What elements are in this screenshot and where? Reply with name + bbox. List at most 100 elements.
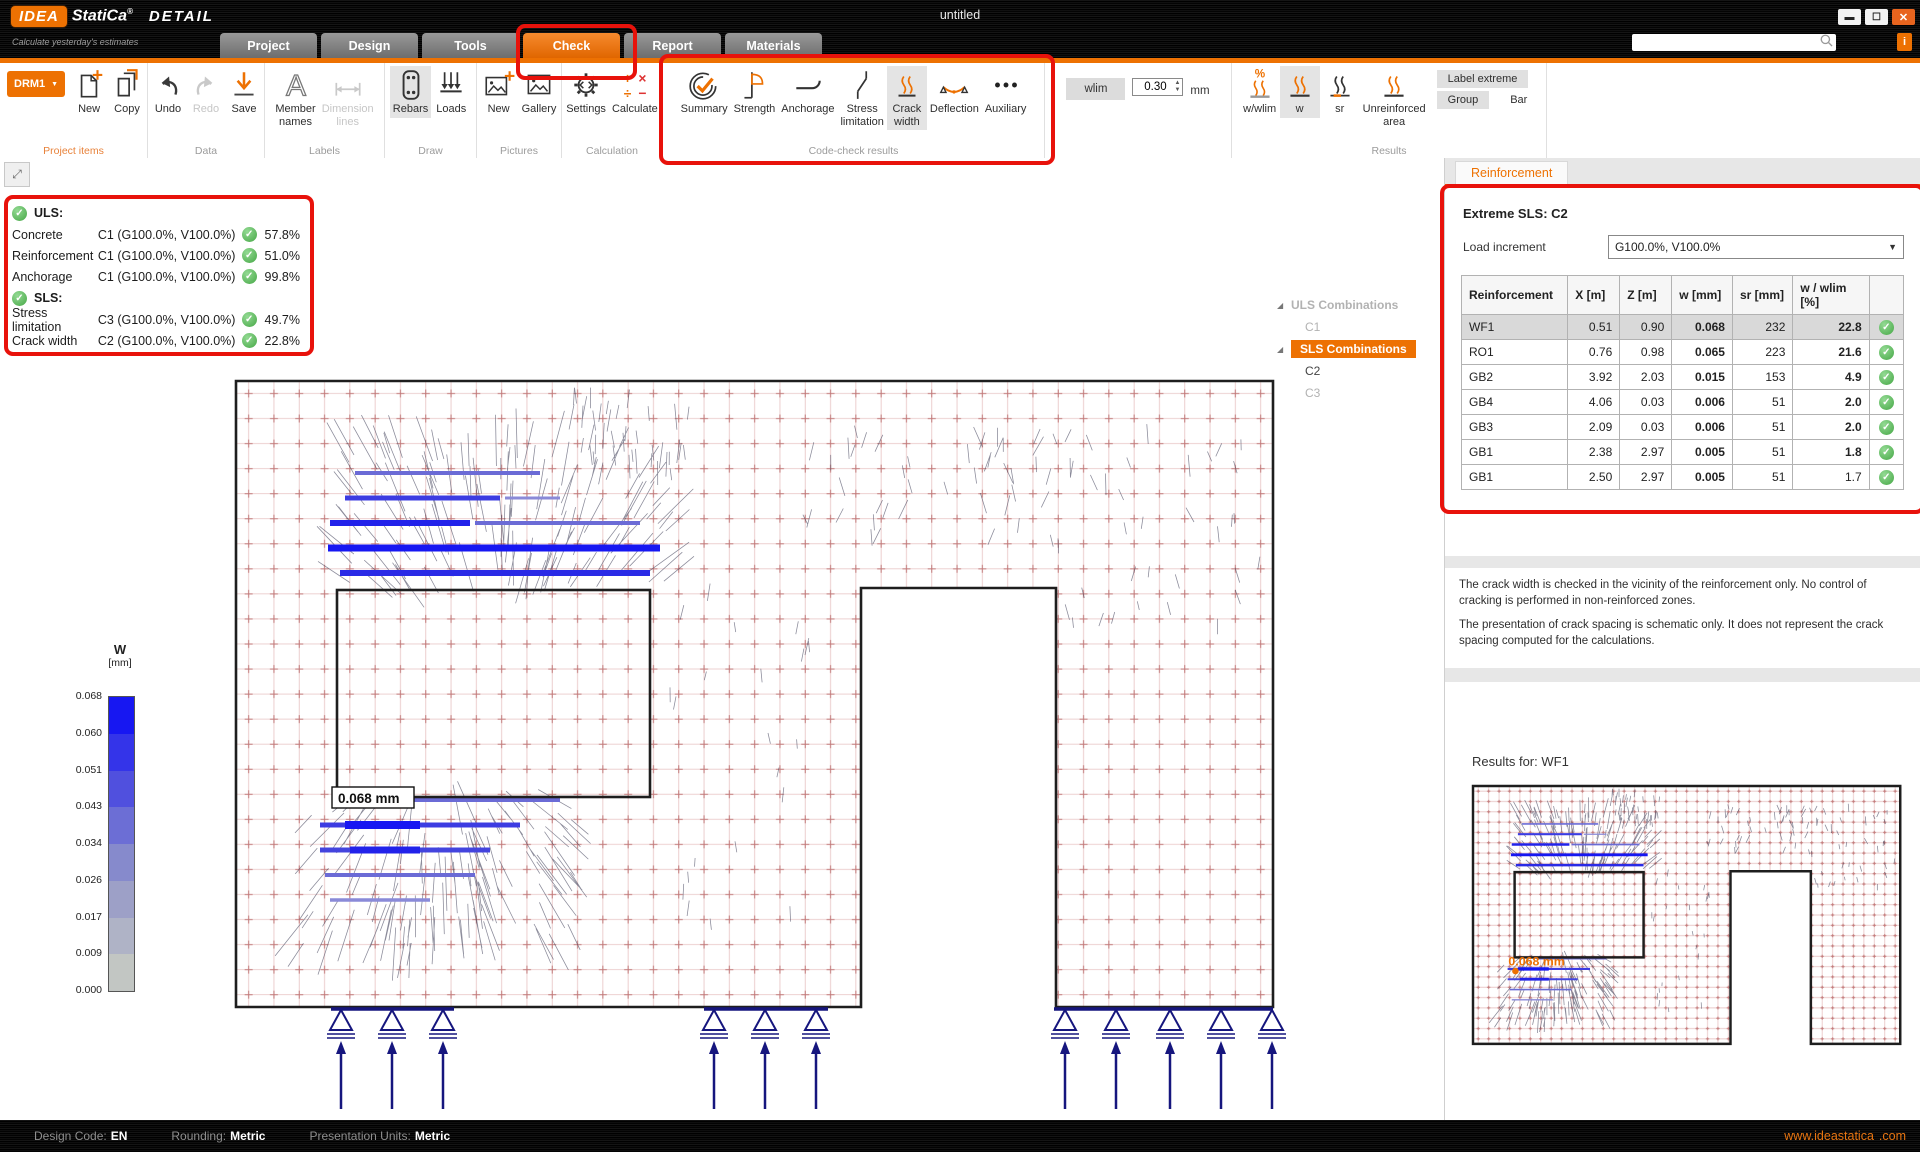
column-header[interactable]: Reinforcement [1462,276,1568,315]
gallery-icon [522,68,556,102]
tab-design[interactable]: Design [321,33,418,58]
info-button[interactable]: i [1897,33,1912,51]
column-header[interactable]: w [mm] [1672,276,1733,315]
member-names-button[interactable]: AMember names [272,66,318,130]
rebars-button[interactable]: Rebars [390,66,431,118]
column-header[interactable]: Z [m] [1620,276,1672,315]
cell-name: RO1 [1462,340,1568,365]
table-row-gb1[interactable]: GB1 2.38 2.97 0.005 51 1.8 ✓ [1462,440,1904,465]
extreme-label: Extreme SLS: C2 [1463,206,1904,221]
color-band [109,807,134,844]
undo-button[interactable]: Undo [149,66,187,118]
strength-button[interactable]: Strength [731,66,779,118]
expander-icon[interactable]: ◢ [1277,345,1291,354]
summary-button[interactable]: Summary [678,66,731,118]
deflection-button[interactable]: Deflection [927,66,982,118]
redo-icon [189,68,223,102]
cell-z: 0.03 [1620,415,1672,440]
rebars-icon [394,68,428,102]
tree-item-sls-combinations[interactable]: ◢SLS Combinations [1277,338,1427,360]
wlim-input[interactable] [1136,80,1174,94]
table-row-gb4[interactable]: GB4 4.06 0.03 0.006 51 2.0 ✓ [1462,390,1904,415]
column-header[interactable]: X [m] [1568,276,1620,315]
cell-ratio: 21.6 [1793,340,1869,365]
tab-reinforcement[interactable]: Reinforcement [1455,161,1568,185]
results-section: Results for: WF1 0.068 mm [1445,682,1920,1120]
stress-limitation-button[interactable]: Stress limitation [837,66,886,130]
save-button[interactable]: Save [225,66,263,118]
spin-down-icon[interactable]: ▼ [1174,87,1180,94]
dimension-lines-button[interactable]: Dimension lines [319,66,377,130]
w-wlim-icon: % [1243,68,1277,102]
tab-materials[interactable]: Materials [725,33,822,58]
new-button[interactable]: New [70,66,108,118]
sr-button[interactable]: sr [1320,66,1360,118]
svg-text:+: + [623,70,631,86]
table-row-wf1[interactable]: WF1 0.51 0.90 0.068 232 22.8 ✓ [1462,315,1904,340]
label-extreme-button[interactable]: Label extreme [1437,70,1529,88]
tree-item-c2[interactable]: C2 [1277,360,1427,382]
auxiliary-button[interactable]: Auxiliary [982,66,1030,118]
unreinforced-area-button[interactable]: Unreinforced area [1360,66,1429,130]
tab-project[interactable]: Project [220,33,317,58]
tab-report[interactable]: Report [624,33,721,58]
model-canvas[interactable]: 0.068 mm [156,298,1406,1151]
calculate-icon: +×÷− [618,68,652,102]
tree-item-c3[interactable]: C3 [1277,382,1427,404]
loads-button[interactable]: Loads [431,66,471,118]
crack-width-callout: 0.068 mm [332,787,414,808]
svg-text:×: × [638,70,646,86]
gallery-button[interactable]: Gallery [519,66,560,118]
close-button[interactable]: ✕ [1892,9,1915,25]
anchorage-button[interactable]: Anchorage [778,66,837,118]
auxiliary-icon [989,68,1023,102]
status-presentation-units-: Presentation Units:Metric [309,1129,450,1143]
cell-sr: 153 [1732,365,1792,390]
color-scale-tick: 0.034 [56,837,102,849]
cell-ratio: 1.7 [1793,465,1869,490]
minimize-button[interactable]: ▬ [1838,9,1861,25]
svg-text:A: A [286,70,306,102]
table-row-gb3[interactable]: GB3 2.09 0.03 0.006 51 2.0 ✓ [1462,415,1904,440]
redo-button[interactable]: Redo [187,66,225,118]
bar-button[interactable]: Bar [1499,91,1538,109]
maximize-button[interactable]: ☐ [1865,9,1888,25]
website-link[interactable]: www.ideastatica.com [1784,1129,1906,1143]
ok-check-icon: ✓ [1879,370,1894,385]
w-button[interactable]: w [1280,66,1320,118]
color-band [109,881,134,918]
ribbon-group-label: Results [1232,145,1546,157]
tree-item-c1[interactable]: C1 [1277,316,1427,338]
tab-check[interactable]: Check [523,33,620,58]
table-row-gb1[interactable]: GB1 2.50 2.97 0.005 51 1.7 ✓ [1462,465,1904,490]
crack-width-button[interactable]: Crack width [887,66,927,130]
spin-up-icon[interactable]: ▲ [1174,80,1180,87]
w-wlim-button[interactable]: %w/wlim [1240,66,1280,118]
wlim-spinner[interactable]: ▲▼ [1132,78,1183,96]
color-scale-tick: 0.009 [56,947,102,959]
column-header[interactable]: w / wlim [%] [1793,276,1869,315]
group-button[interactable]: Group [1437,91,1490,109]
drm-selector-button[interactable]: DRM1▼ [7,71,65,97]
settings-button[interactable]: Settings [563,66,609,118]
column-header[interactable]: sr [mm] [1732,276,1792,315]
color-scale-tick: 0.051 [56,764,102,776]
loads-icon [434,68,468,102]
table-row-ro1[interactable]: RO1 0.76 0.98 0.065 223 21.6 ✓ [1462,340,1904,365]
new-picture-button[interactable]: New [479,66,519,118]
search-box[interactable] [1632,34,1836,51]
copy-button[interactable]: Copy [108,66,146,118]
load-increment-select[interactable]: G100.0%, V100.0% ▼ [1608,235,1904,259]
color-scale-bar [108,696,135,992]
ribbon: DRM1▼NewCopyProject itemsUndoRedoSaveDat… [0,63,1920,159]
calculate-button[interactable]: +×÷−Calculate [609,66,661,118]
expand-view-button[interactable]: ⤢ [4,162,30,187]
w-icon [1283,68,1317,102]
structure-view[interactable]: 0.068 mm [156,298,1406,1146]
ribbon-group-label: Draw [385,145,476,157]
tree-item-uls-combinations[interactable]: ◢ULS Combinations [1277,294,1427,316]
expander-icon[interactable]: ◢ [1277,301,1291,310]
table-row-gb2[interactable]: GB2 3.92 2.03 0.015 153 4.9 ✓ [1462,365,1904,390]
search-input[interactable] [1638,36,1819,50]
tab-tools[interactable]: Tools [422,33,519,58]
